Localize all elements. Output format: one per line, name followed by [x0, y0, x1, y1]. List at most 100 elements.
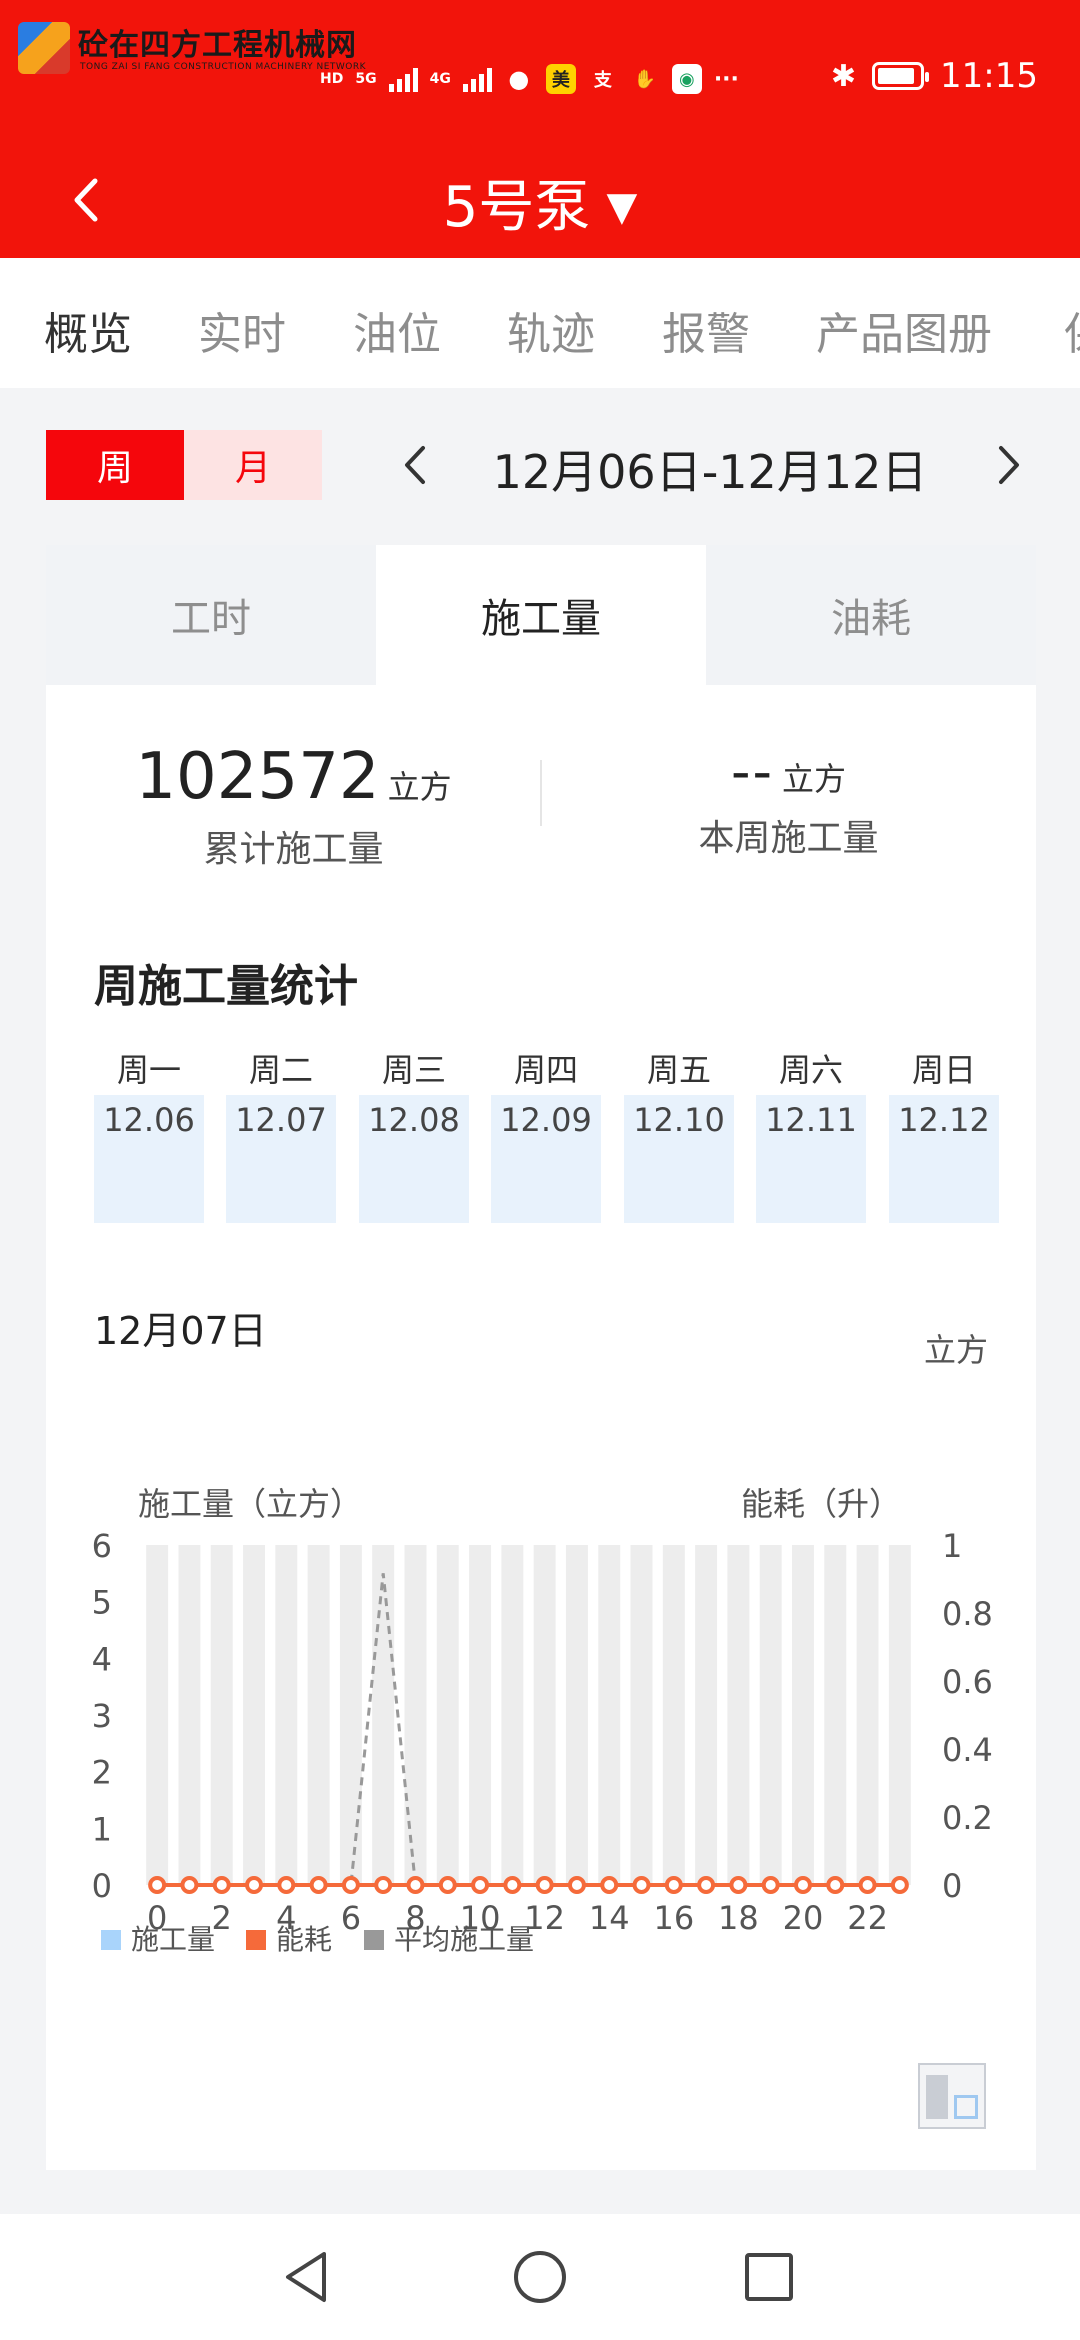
- tab-oil-level[interactable]: 油位: [353, 298, 441, 362]
- logo-cube-icon: [18, 22, 70, 74]
- energy-point: [180, 1876, 199, 1894]
- tab-alarm[interactable]: 报警: [662, 298, 750, 362]
- energy-point: [277, 1876, 296, 1894]
- right-y-tick-label: 0.6: [942, 1663, 993, 1701]
- hour-column: [888, 1545, 911, 1885]
- hour-column: [727, 1545, 750, 1885]
- tab-track[interactable]: 轨迹: [507, 298, 595, 362]
- energy-point: [406, 1876, 425, 1894]
- energy-point: [858, 1876, 877, 1894]
- page-title: 5号泵: [442, 175, 591, 240]
- energy-point: [697, 1876, 716, 1894]
- day-item[interactable]: 周一 12.06: [94, 1045, 204, 1223]
- week-button[interactable]: 周: [46, 430, 184, 500]
- tab-overview[interactable]: 概览: [44, 298, 132, 362]
- day-date: 12.08: [359, 1095, 469, 1223]
- day-name: 周二: [248, 1051, 313, 1089]
- day-date: 12.12: [889, 1095, 999, 1223]
- hour-column: [307, 1545, 330, 1885]
- hour-column: [469, 1545, 492, 1885]
- energy-point: [341, 1876, 360, 1894]
- left-y-tick-label: 0: [92, 1867, 112, 1905]
- energy-point: [245, 1876, 264, 1894]
- x-tick-label: 14: [589, 1899, 630, 1937]
- device-selector[interactable]: 5号泵 ▼: [0, 162, 1080, 243]
- total-volume-label: 累计施工量: [203, 829, 384, 870]
- day-date: 12.09: [491, 1095, 601, 1223]
- left-y-tick-label: 4: [92, 1640, 112, 1678]
- battery-icon: [872, 62, 930, 90]
- caret-down-icon: ▼: [606, 184, 638, 230]
- energy-point: [567, 1876, 586, 1894]
- metric-tabs: 工时 施工量 油耗: [46, 545, 1036, 685]
- total-volume-unit: 立方: [387, 768, 452, 806]
- day-item[interactable]: 周二 12.07: [226, 1045, 336, 1223]
- hour-column: [824, 1545, 847, 1885]
- day-item[interactable]: 周三 12.08: [359, 1045, 469, 1223]
- hour-column: [178, 1545, 201, 1885]
- next-week-button[interactable]: [986, 442, 1032, 488]
- nav-back-button[interactable]: [272, 2240, 346, 2314]
- tab-maintenance[interactable]: 保: [1064, 298, 1080, 362]
- main-tabs: 概览 实时 油位 轨迹 报警 产品图册 保: [0, 258, 1080, 388]
- right-y-tick-label: 0.2: [942, 1799, 993, 1837]
- prev-week-button[interactable]: [392, 442, 438, 488]
- day-date: 12.11: [756, 1095, 866, 1223]
- hour-column: [598, 1545, 621, 1885]
- status-icons-left: HD 5G 4G ● 美 支 ✋ ◉ ···: [320, 54, 739, 104]
- month-button[interactable]: 月: [184, 430, 322, 500]
- hour-column: [630, 1545, 653, 1885]
- energy-point: [148, 1876, 167, 1894]
- day-name: 周六: [778, 1051, 843, 1089]
- chevron-left-icon: [405, 446, 425, 484]
- nav-recents-button[interactable]: [732, 2240, 806, 2314]
- tab-work-hours[interactable]: 工时: [46, 545, 376, 685]
- tab-construction-volume[interactable]: 施工量: [376, 545, 706, 685]
- app-icon: ◉: [671, 64, 702, 94]
- hour-column: [146, 1545, 169, 1885]
- tab-realtime[interactable]: 实时: [198, 298, 286, 362]
- net-4g-label: 4G: [429, 71, 451, 87]
- week-day-selector: 周一 12.06 周二 12.07 周三 12.08 周四 12.09 周五 1…: [94, 1045, 999, 1235]
- alipay-icon: 支: [593, 70, 612, 91]
- net-5g-label: 5G: [355, 71, 377, 87]
- nav-home-button[interactable]: [503, 2240, 577, 2314]
- status-icons-right: ✱ 11:15: [831, 56, 1038, 96]
- day-item[interactable]: 周四 12.09: [491, 1045, 601, 1223]
- day-item[interactable]: 周六 12.11: [756, 1045, 866, 1223]
- right-y-tick-label: 0.4: [942, 1731, 993, 1769]
- legend-swatch: [246, 1930, 266, 1950]
- energy-point: [535, 1876, 554, 1894]
- energy-point: [503, 1876, 522, 1894]
- hour-column: [565, 1545, 588, 1885]
- day-date: 12.10: [624, 1095, 734, 1223]
- day-item[interactable]: 周日 12.12: [889, 1045, 999, 1223]
- day-name: 周四: [513, 1051, 578, 1089]
- chart-unit: 立方: [923, 1331, 988, 1369]
- average-volume-line: [157, 1573, 900, 1887]
- week-volume-label: 本周施工量: [698, 818, 879, 859]
- tab-fuel-consumption[interactable]: 油耗: [706, 545, 1036, 685]
- right-y-tick-label: 0: [942, 1867, 962, 1905]
- wechat-icon: ●: [508, 65, 530, 93]
- energy-point: [890, 1876, 909, 1894]
- hour-column: [695, 1545, 718, 1885]
- signal-4g-icon: [462, 66, 492, 92]
- day-item[interactable]: 周五 12.10: [624, 1045, 734, 1223]
- circle-home-icon: [514, 2251, 566, 2303]
- more-icon: ···: [713, 66, 739, 92]
- tab-product-album[interactable]: 产品图册: [816, 298, 992, 362]
- hour-column: [436, 1545, 459, 1885]
- hour-column: [243, 1545, 265, 1885]
- left-y-tick-label: 2: [92, 1754, 112, 1792]
- chart-toggle-button[interactable]: [918, 2063, 986, 2129]
- hand-icon: ✋: [633, 68, 657, 90]
- hour-column: [404, 1545, 427, 1885]
- week-volume-unit: 立方: [781, 760, 846, 798]
- energy-point: [309, 1876, 328, 1894]
- legend-label: 能耗: [276, 1923, 332, 1956]
- period-toggle: 周 月: [46, 430, 322, 500]
- stats-card: 工时 施工量 油耗 102572 立方 累计施工量 -- 立方 本周施工量 周施工量…: [46, 545, 1036, 2170]
- hd-label: HD: [320, 71, 344, 87]
- x-tick-label: 20: [783, 1899, 824, 1937]
